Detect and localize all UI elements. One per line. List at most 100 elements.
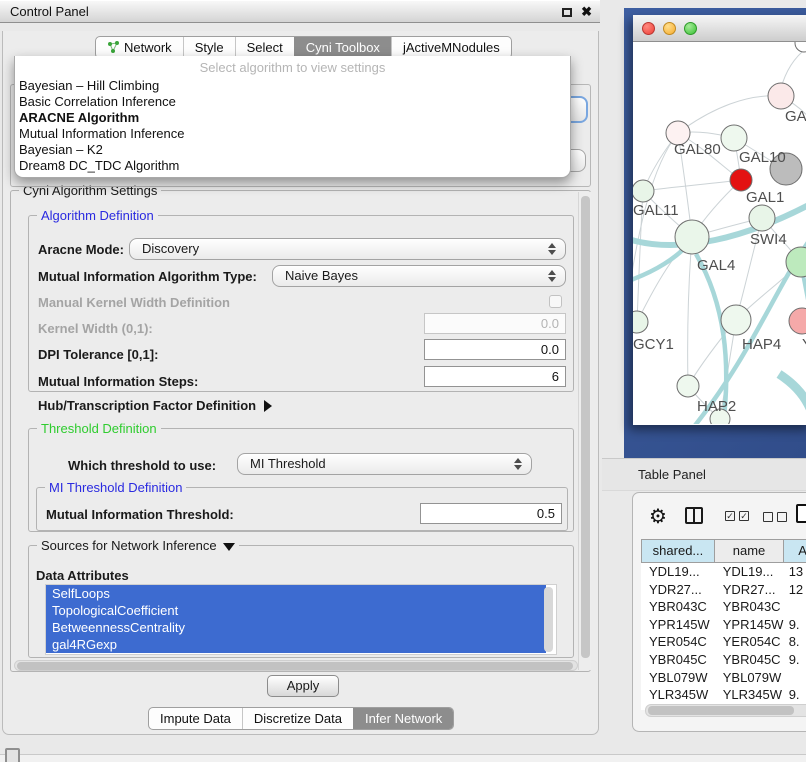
table-row[interactable]: YBR043C YBR043C — [641, 598, 806, 616]
attribute-item[interactable]: gal4RGexp — [46, 636, 546, 653]
table-row[interactable]: YPR145W YPR145W 9. — [641, 616, 806, 634]
cell[interactable]: YBR043C — [715, 598, 785, 616]
network-window-titlebar[interactable] — [633, 15, 806, 42]
cell[interactable]: YDL19... — [715, 563, 785, 581]
table-hscrollbar[interactable] — [645, 704, 806, 717]
table-row[interactable]: YLR345W YLR345W 9. — [641, 686, 806, 704]
algorithm-option[interactable]: Basic Correlation Inference — [15, 94, 570, 110]
mi-steps-field[interactable] — [424, 366, 566, 387]
algorithm-option[interactable]: Bayesian – K2 — [15, 142, 570, 158]
attribute-list-scrollbar[interactable] — [544, 587, 553, 652]
cell[interactable]: YDR27... — [641, 581, 715, 599]
cell[interactable]: YBR043C — [641, 598, 715, 616]
cell[interactable]: YBL079W — [641, 669, 715, 687]
tab-impute-data[interactable]: Impute Data — [149, 708, 242, 729]
settings-hscrollbar-thumb[interactable] — [17, 662, 573, 670]
tab-infer-network[interactable]: Infer Network — [353, 708, 453, 729]
aracne-mode-combobox[interactable]: Discovery — [129, 238, 566, 260]
cell[interactable]: 12 — [785, 581, 806, 599]
collapse-arrow-icon — [223, 543, 235, 551]
node-gal10 — [721, 125, 747, 151]
sources-legend-label: Sources for Network Inference — [41, 538, 217, 553]
node-label: GAL10 — [739, 149, 786, 166]
cell[interactable]: 9. — [785, 616, 806, 634]
settings-scrollbar[interactable] — [578, 192, 591, 670]
dpi-tolerance-field[interactable] — [424, 339, 566, 360]
algorithm-option[interactable]: Mutual Information Inference — [15, 126, 570, 142]
table-hscrollbar-thumb[interactable] — [648, 706, 794, 715]
tab-cyni-toolbox[interactable]: Cyni Toolbox — [294, 37, 391, 58]
table-row[interactable]: YBR045C YBR045C 9. — [641, 651, 806, 669]
node-hap4 — [721, 305, 751, 335]
kernel-width-label: Kernel Width (0,1): — [38, 321, 153, 336]
select-all-checks-icon[interactable]: ✓✓ — [725, 511, 749, 521]
gear-icon[interactable]: ⚙ — [649, 504, 667, 529]
close-icon[interactable]: ✖ — [581, 5, 592, 19]
settings-hscrollbar[interactable] — [14, 660, 578, 671]
attribute-item[interactable]: SelfLoops — [46, 585, 546, 602]
cell[interactable]: YDR27... — [715, 581, 785, 599]
tab-jactivemnodules[interactable]: jActiveMNodules — [391, 37, 511, 58]
cell[interactable]: 13 — [785, 563, 806, 581]
tab-network[interactable]: Network — [96, 37, 183, 58]
mi-type-combobox[interactable]: Naive Bayes — [272, 265, 566, 287]
table-row[interactable]: YBL079W YBL079W — [641, 669, 806, 687]
split-columns-icon[interactable] — [685, 507, 703, 524]
table-row[interactable]: YDL19... YDL19... 13 — [641, 563, 806, 581]
cell[interactable]: YDL19... — [641, 563, 715, 581]
tab-impute-data-label: Impute Data — [160, 708, 231, 729]
dock-square-icon[interactable] — [5, 748, 20, 762]
settings-scrollbar-thumb[interactable] — [581, 196, 590, 658]
zoom-traffic-light-icon[interactable] — [684, 22, 697, 35]
sources-legend[interactable]: Sources for Network Inference — [37, 538, 239, 553]
algorithm-option[interactable]: Bayesian – Hill Climbing — [15, 78, 570, 94]
cell[interactable]: 8. — [785, 633, 806, 651]
node-label: GAL80 — [674, 141, 721, 158]
cell[interactable]: YPR145W — [715, 616, 785, 634]
cell[interactable]: YBR045C — [715, 651, 785, 669]
network-canvas[interactable]: GAL GAL80 GAL10 GAL1 GAL11 GAL4 SWI4 GCY… — [633, 42, 806, 424]
attribute-listbox[interactable]: SelfLoops TopologicalCoefficient Between… — [45, 584, 557, 655]
manual-kernel-checkbox[interactable] — [549, 295, 562, 308]
node-table: shared... name A YDL19... YDL19... 13 YD… — [641, 539, 806, 710]
tab-discretize-data[interactable]: Discretize Data — [242, 708, 353, 729]
algorithm-option[interactable]: Dream8 DC_TDC Algorithm — [15, 158, 570, 174]
column-header-shared-name[interactable]: shared... — [642, 540, 715, 562]
tab-style[interactable]: Style — [183, 37, 235, 58]
network-icon — [107, 41, 120, 54]
tab-infer-network-label: Infer Network — [365, 708, 442, 729]
cell[interactable]: YBR045C — [641, 651, 715, 669]
expand-arrow-icon — [264, 400, 272, 412]
table-row[interactable]: YER054C YER054C 8. — [641, 633, 806, 651]
cell[interactable]: YLR345W — [715, 686, 785, 704]
mi-threshold-field[interactable] — [420, 503, 562, 524]
which-threshold-combobox[interactable]: MI Threshold — [237, 453, 532, 475]
column-header-clipped[interactable]: A — [784, 540, 806, 562]
cell[interactable]: YPR145W — [641, 616, 715, 634]
mi-type-value: Naive Bayes — [285, 268, 358, 283]
tab-select[interactable]: Select — [235, 37, 294, 58]
cell[interactable]: 9. — [785, 651, 806, 669]
cell[interactable]: YLR345W — [641, 686, 715, 704]
attribute-item[interactable]: TopologicalCoefficient — [46, 602, 546, 619]
close-traffic-light-icon[interactable] — [642, 22, 655, 35]
cell[interactable]: 9. — [785, 686, 806, 704]
cell[interactable]: YER054C — [641, 633, 715, 651]
algorithm-option-selected[interactable]: ARACNE Algorithm — [15, 110, 570, 126]
minimize-traffic-light-icon[interactable] — [663, 22, 676, 35]
cell[interactable]: YER054C — [715, 633, 785, 651]
cell[interactable] — [785, 669, 806, 687]
deselect-all-checks-icon[interactable] — [763, 512, 787, 522]
network-graph: GAL GAL80 GAL10 GAL1 GAL11 GAL4 SWI4 GCY… — [633, 42, 806, 424]
table-row[interactable]: YDR27... YDR27... 12 — [641, 581, 806, 599]
attribute-item[interactable]: BetweennessCentrality — [46, 619, 546, 636]
kernel-width-field[interactable] — [424, 313, 566, 334]
cell[interactable]: YBL079W — [715, 669, 785, 687]
apply-button[interactable]: Apply — [267, 675, 339, 697]
hub-section-toggle[interactable]: Hub/Transcription Factor Definition — [38, 398, 272, 413]
document-icon[interactable] — [796, 504, 806, 523]
column-header-name[interactable]: name — [715, 540, 784, 562]
float-window-icon[interactable] — [562, 8, 572, 17]
cell[interactable] — [785, 598, 806, 616]
node-gal4 — [675, 220, 709, 254]
